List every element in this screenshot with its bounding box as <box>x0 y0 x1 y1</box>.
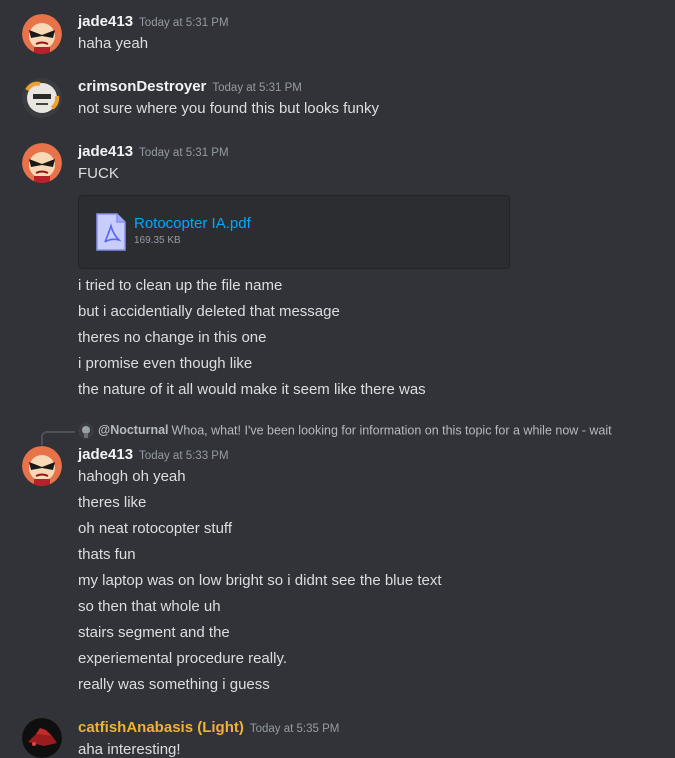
message-header: jade413 Today at 5:31 PM <box>78 143 229 161</box>
message-text: hahogh oh yeah <box>78 468 186 485</box>
timestamp[interactable]: Today at 5:31 PM <box>139 17 229 29</box>
avatar[interactable] <box>22 78 62 118</box>
message-text: theres no change in this one <box>78 329 267 346</box>
username[interactable]: jade413 <box>78 143 133 160</box>
timestamp[interactable]: Today at 5:35 PM <box>250 723 340 735</box>
jade-avatar-icon <box>22 446 62 486</box>
message-text: really was something i guess <box>78 676 270 693</box>
message-text: oh neat rotocopter stuff <box>78 520 232 537</box>
reply-avatar-icon <box>78 423 94 439</box>
message-text: i tried to clean up the file name <box>78 277 283 294</box>
message-header: jade413 Today at 5:31 PM <box>78 13 229 31</box>
message-text: thats fun <box>78 546 136 563</box>
file-size: 169.35 KB <box>134 235 181 246</box>
avatar[interactable] <box>22 446 62 486</box>
username[interactable]: jade413 <box>78 13 133 30</box>
file-name-link[interactable]: Rotocopter IA.pdf <box>134 215 251 232</box>
message-text: haha yeah <box>78 35 149 52</box>
crimson-avatar-icon <box>22 78 62 118</box>
message-text: FUCK <box>78 165 119 182</box>
message-text: experiemental procedure really. <box>78 650 287 667</box>
reply-text: Whoa, what! I've been looking for inform… <box>171 423 612 438</box>
avatar[interactable] <box>22 14 62 54</box>
timestamp[interactable]: Today at 5:33 PM <box>139 450 229 462</box>
timestamp[interactable]: Today at 5:31 PM <box>139 147 229 159</box>
username[interactable]: jade413 <box>78 446 133 463</box>
pdf-file-icon <box>96 213 126 251</box>
reply-username[interactable]: @Nocturnal <box>98 423 169 437</box>
message-text: i promise even though like <box>78 355 253 372</box>
message-text: but i accidentially deleted that message <box>78 303 340 320</box>
message-header: jade413 Today at 5:33 PM <box>78 446 229 464</box>
file-attachment[interactable]: Rotocopter IA.pdf 169.35 KB <box>78 195 510 269</box>
message-text: aha interesting! <box>78 741 181 758</box>
jade-avatar-icon <box>22 143 62 183</box>
timestamp[interactable]: Today at 5:31 PM <box>212 82 302 94</box>
jade-avatar-icon <box>22 14 62 54</box>
message-header: crimsonDestroyer Today at 5:31 PM <box>78 78 302 96</box>
message-text: theres like <box>78 494 147 511</box>
username[interactable]: catfishAnabasis (Light) <box>78 719 244 736</box>
catfish-avatar-icon <box>22 718 62 758</box>
avatar[interactable] <box>22 718 62 758</box>
message-text: stairs segment and the <box>78 624 230 641</box>
message-header: catfishAnabasis (Light) Today at 5:35 PM <box>78 719 339 737</box>
message-text: not sure where you found this but looks … <box>78 100 380 117</box>
reply-preview[interactable]: @Nocturnal Whoa, what! I've been looking … <box>78 423 612 439</box>
reply-connector <box>41 431 75 445</box>
avatar[interactable] <box>22 143 62 183</box>
message-text: my laptop was on low bright so i didnt s… <box>78 572 442 589</box>
message-text: the nature of it all would make it seem … <box>78 381 426 398</box>
username[interactable]: crimsonDestroyer <box>78 78 206 95</box>
message-text: so then that whole uh <box>78 598 221 615</box>
